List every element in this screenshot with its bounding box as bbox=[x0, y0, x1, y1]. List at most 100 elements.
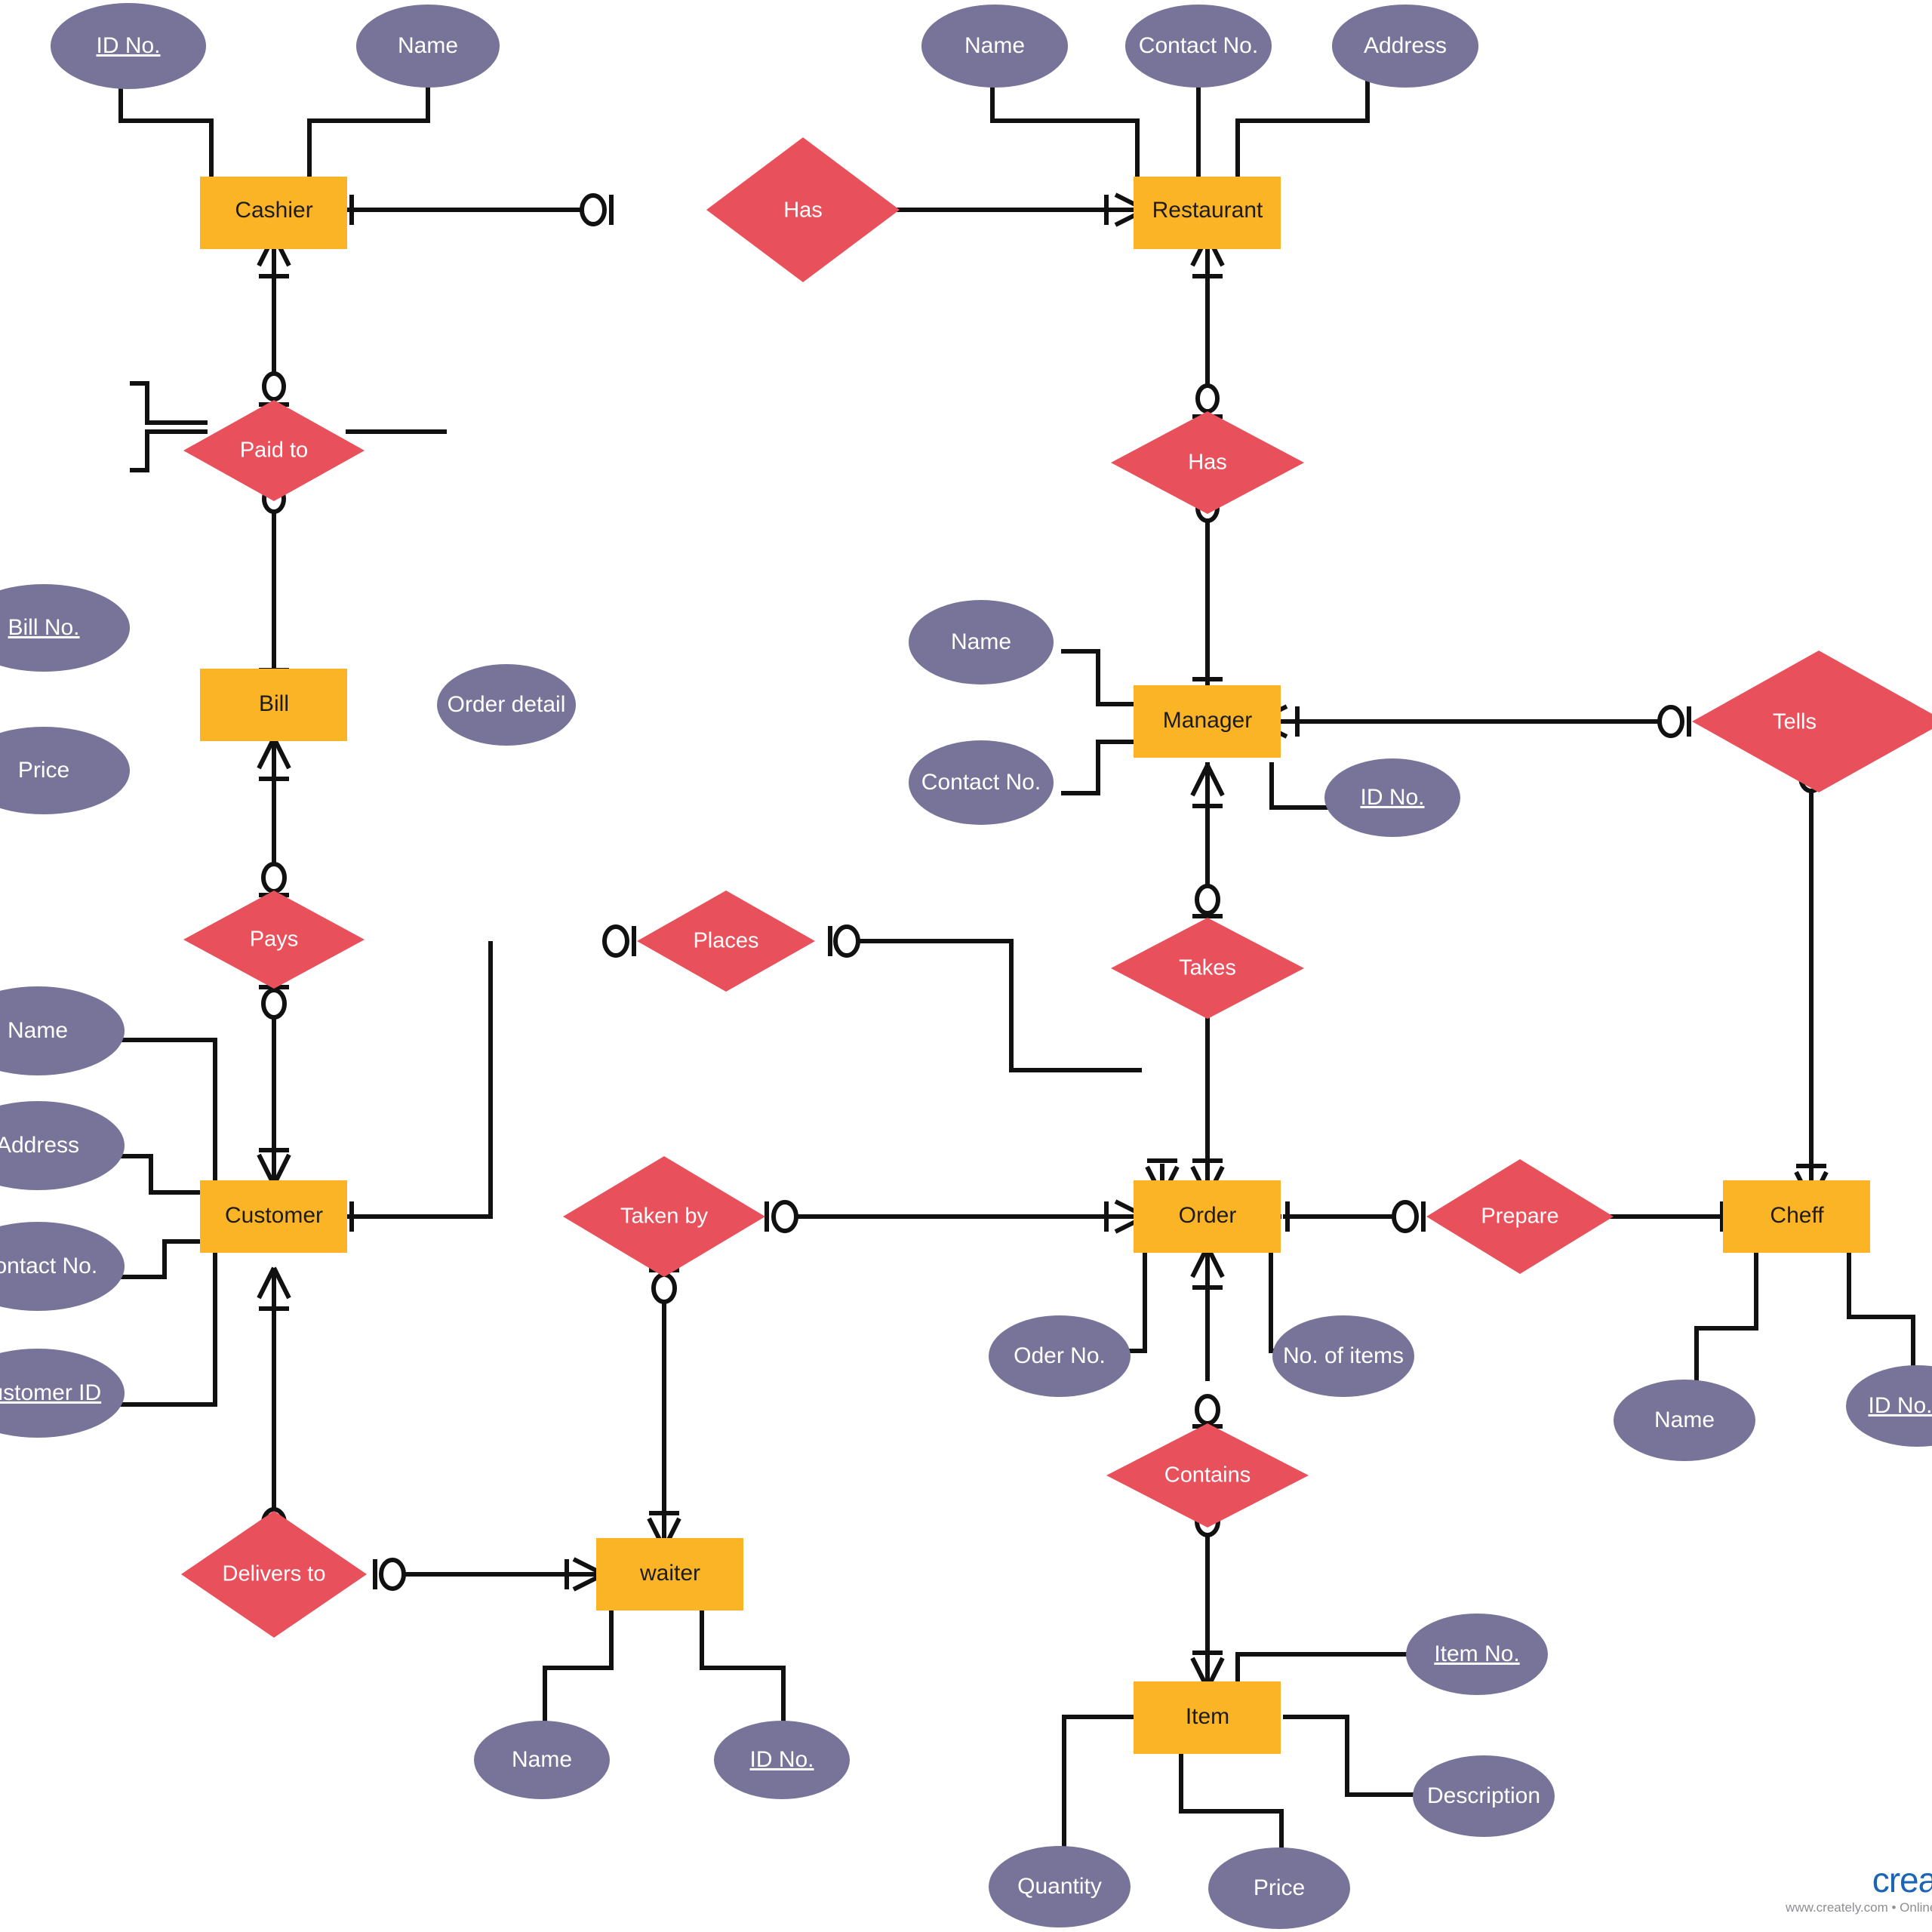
attribute-label: Description bbox=[1427, 1783, 1540, 1808]
link-item-price bbox=[1179, 1742, 1284, 1859]
attribute-restaurant-contact[interactable]: Contact No. bbox=[1125, 5, 1272, 88]
link-cheff-name bbox=[1694, 1245, 1758, 1404]
er-diagram-svg: Has Paid to Has Tells Pays Places Takes … bbox=[0, 3, 1932, 1929]
attribute-label: Contact No. bbox=[0, 1254, 97, 1278]
marker-places-right bbox=[828, 924, 860, 958]
attribute-customer-name[interactable]: Name bbox=[0, 986, 125, 1075]
attribute-cashier-name[interactable]: Name bbox=[356, 5, 500, 88]
attribute-label: Name bbox=[1654, 1407, 1715, 1432]
attribute-label: Customer ID bbox=[0, 1380, 101, 1405]
relationship-label: Has bbox=[1188, 451, 1227, 475]
relationship-label: Taken by bbox=[620, 1204, 709, 1229]
attribute-manager-name[interactable]: Name bbox=[909, 600, 1054, 685]
relationship-contains[interactable]: Contains bbox=[1106, 1423, 1309, 1527]
marker-pays-bottom bbox=[259, 985, 289, 1020]
attribute-cashier-id[interactable]: ID No. bbox=[51, 3, 206, 89]
attribute-cheff-id[interactable]: ID No. bbox=[1846, 1365, 1932, 1447]
relationship-taken-by[interactable]: Taken by bbox=[563, 1156, 765, 1277]
attribute-item-no[interactable]: Item No. bbox=[1406, 1614, 1548, 1695]
entity-restaurant[interactable]: Restaurant bbox=[1134, 177, 1281, 249]
entity-cheff[interactable]: Cheff bbox=[1723, 1180, 1870, 1253]
marker-has1-left bbox=[580, 193, 614, 226]
marker-customer-bottom bbox=[257, 1266, 291, 1311]
entity-label: Customer bbox=[225, 1203, 323, 1228]
entity-label: Bill bbox=[259, 691, 289, 716]
attribute-label: Address bbox=[0, 1133, 79, 1158]
entities-layer: Cashier Restaurant Bill Manager Customer bbox=[200, 177, 1870, 1754]
attribute-label: Name bbox=[951, 629, 1011, 654]
er-diagram-canvas: Has Paid to Has Tells Pays Places Takes … bbox=[0, 0, 1932, 1932]
attribute-item-quantity[interactable]: Quantity bbox=[989, 1846, 1131, 1927]
entity-bill[interactable]: Bill bbox=[200, 669, 347, 741]
attribute-label: No. of items bbox=[1283, 1343, 1404, 1368]
link-rest-address bbox=[1235, 68, 1370, 179]
attribute-label: Order detail bbox=[448, 692, 566, 717]
link-mgr-contact bbox=[1061, 740, 1143, 795]
entity-label: waiter bbox=[639, 1561, 700, 1586]
marker-customer-top bbox=[257, 1148, 291, 1186]
attribute-item-price[interactable]: Price bbox=[1208, 1847, 1350, 1929]
connector-lines bbox=[91, 68, 1915, 1859]
attribute-label: Address bbox=[1364, 33, 1447, 58]
link-item-desc bbox=[1283, 1715, 1419, 1797]
relationship-places[interactable]: Places bbox=[637, 891, 815, 992]
attribute-label: Price bbox=[18, 758, 69, 783]
relationship-label: Has bbox=[783, 198, 823, 223]
attribute-item-description[interactable]: Description bbox=[1413, 1755, 1555, 1837]
attribute-restaurant-address[interactable]: Address bbox=[1332, 5, 1478, 88]
attribute-bill-order-detail[interactable]: Order detail bbox=[437, 664, 576, 746]
attribute-waiter-id[interactable]: ID No. bbox=[714, 1721, 850, 1799]
attribute-label: ID No. bbox=[749, 1747, 814, 1772]
link-bill-no bbox=[130, 381, 208, 425]
marker-pays-top bbox=[259, 862, 289, 897]
relationship-tells[interactable]: Tells bbox=[1692, 651, 1932, 792]
relationship-label: Places bbox=[693, 929, 758, 953]
attribute-manager-contact[interactable]: Contact No. bbox=[909, 740, 1054, 825]
attribute-restaurant-name[interactable]: Name bbox=[921, 5, 1068, 88]
relationship-label: Prepare bbox=[1481, 1204, 1558, 1229]
entity-customer[interactable]: Customer bbox=[200, 1180, 347, 1253]
link-item-qty bbox=[1062, 1715, 1142, 1857]
attribute-customer-id[interactable]: Customer ID bbox=[0, 1349, 125, 1438]
entity-label: Cashier bbox=[235, 198, 312, 223]
relationship-prepare[interactable]: Prepare bbox=[1426, 1159, 1614, 1274]
marker-contains-top bbox=[1192, 1394, 1223, 1429]
relationship-has-cashier-restaurant[interactable]: Has bbox=[706, 137, 900, 282]
attribute-order-no[interactable]: Oder No. bbox=[989, 1315, 1131, 1397]
entity-item[interactable]: Item bbox=[1134, 1681, 1281, 1754]
entity-cashier[interactable]: Cashier bbox=[200, 177, 347, 249]
entity-order[interactable]: Order bbox=[1134, 1180, 1281, 1253]
relationship-takes[interactable]: Takes bbox=[1111, 918, 1304, 1019]
attribute-customer-contact[interactable]: Contact No. bbox=[0, 1222, 125, 1311]
relationship-delivers-to[interactable]: Delivers to bbox=[181, 1511, 367, 1638]
marker-order-bottom bbox=[1190, 1245, 1225, 1290]
relationship-label: Contains bbox=[1164, 1463, 1251, 1487]
entity-label: Cheff bbox=[1770, 1203, 1824, 1228]
attribute-label: Contact No. bbox=[1139, 33, 1258, 58]
marker-takes-top bbox=[1192, 884, 1223, 918]
attribute-label: Contact No. bbox=[921, 770, 1041, 795]
relationship-has-restaurant-manager[interactable]: Has bbox=[1111, 411, 1304, 514]
attribute-order-items[interactable]: No. of items bbox=[1272, 1315, 1414, 1397]
entity-label: Item bbox=[1186, 1704, 1229, 1729]
entity-waiter[interactable]: waiter bbox=[596, 1538, 743, 1611]
link-mgr-name bbox=[1061, 649, 1143, 706]
attribute-bill-price[interactable]: Price bbox=[0, 727, 130, 814]
marker-prepare-left bbox=[1392, 1200, 1426, 1233]
relationship-paid-to[interactable]: Paid to bbox=[183, 400, 365, 501]
marker-paidto-top bbox=[259, 371, 289, 407]
attribute-cheff-name[interactable]: Name bbox=[1614, 1380, 1755, 1461]
relationship-label: Delivers to bbox=[223, 1562, 326, 1586]
attribute-waiter-name[interactable]: Name bbox=[474, 1721, 610, 1799]
attribute-label: Quantity bbox=[1017, 1874, 1102, 1899]
attribute-customer-address[interactable]: Address bbox=[0, 1101, 125, 1190]
marker-manager-bottom bbox=[1190, 764, 1225, 808]
attribute-bill-no[interactable]: Bill No. bbox=[0, 584, 130, 672]
attribute-label: Name bbox=[8, 1018, 68, 1043]
relationship-pays[interactable]: Pays bbox=[183, 891, 365, 989]
attribute-label: Item No. bbox=[1434, 1641, 1519, 1666]
entity-manager[interactable]: Manager bbox=[1134, 685, 1281, 758]
attribute-manager-id[interactable]: ID No. bbox=[1324, 758, 1460, 837]
attribute-label: ID No. bbox=[1868, 1393, 1932, 1418]
attribute-label: ID No. bbox=[96, 33, 160, 58]
